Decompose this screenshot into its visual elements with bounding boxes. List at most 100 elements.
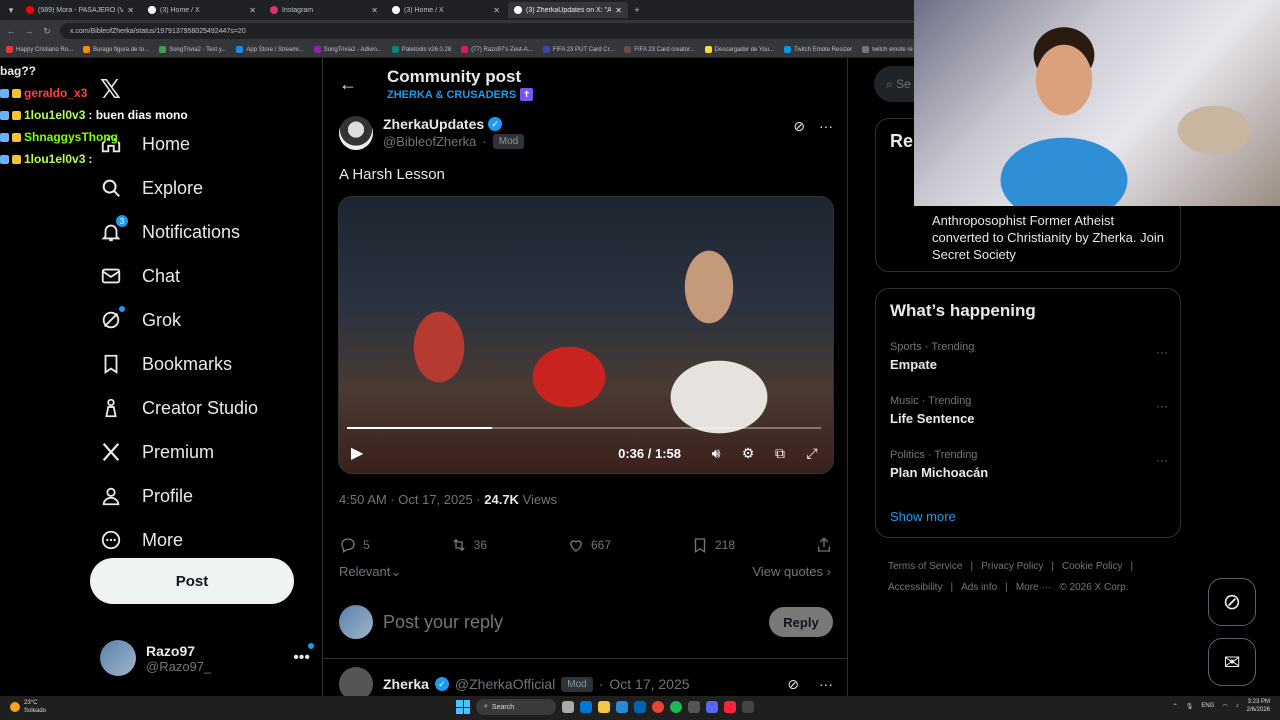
reply-button[interactable]: Reply bbox=[769, 607, 833, 637]
reply-date[interactable]: Oct 17, 2025 bbox=[609, 676, 689, 692]
new-tab-button[interactable]: + bbox=[630, 3, 644, 17]
more-dots-icon[interactable]: ••• bbox=[293, 643, 314, 667]
repost-action[interactable]: 36 bbox=[450, 536, 487, 554]
fullscreen-icon[interactable]: ⤢ bbox=[803, 444, 821, 462]
bookmark-item[interactable]: FIFA 23 PUT Card Cr... bbox=[542, 46, 614, 53]
file-explorer-icon[interactable] bbox=[598, 701, 610, 713]
post-author-avatar[interactable] bbox=[339, 116, 373, 150]
browser-tab[interactable]: (3) ZherkaUpdates on X: "A Ha ✕ bbox=[508, 2, 628, 18]
grok-icon[interactable]: ⊘ bbox=[787, 676, 799, 693]
windows-start-icon[interactable] bbox=[456, 700, 470, 714]
reply-author-handle[interactable]: @ZherkaOfficial bbox=[455, 676, 555, 692]
grok-fab-button[interactable]: ⊘ bbox=[1208, 578, 1256, 626]
show-more-link[interactable]: Show more bbox=[890, 509, 956, 524]
browser-tab[interactable]: Instagram ✕ bbox=[264, 2, 384, 18]
play-icon[interactable]: ▶ bbox=[351, 443, 363, 463]
footer-link[interactable]: © 2026 X Corp. bbox=[1059, 582, 1128, 593]
reply-action[interactable]: 5 bbox=[339, 536, 370, 554]
footer-link[interactable]: Accessibility bbox=[888, 582, 942, 593]
app-icon[interactable] bbox=[742, 701, 754, 713]
bookmark-item[interactable]: twitch emote re bbox=[862, 46, 913, 53]
video-progress-bar[interactable] bbox=[347, 427, 821, 429]
chrome-icon[interactable] bbox=[652, 701, 664, 713]
reload-icon[interactable]: ↻ bbox=[42, 26, 52, 37]
microphone-icon[interactable]: 🎙︎ bbox=[1186, 703, 1194, 710]
footer-link[interactable]: Privacy Policy bbox=[981, 561, 1043, 572]
sort-replies-dropdown[interactable]: Relevant⌄ bbox=[339, 564, 401, 580]
more-dots-icon[interactable]: ··· bbox=[819, 118, 833, 135]
more-dots-icon[interactable]: ··· bbox=[1156, 345, 1168, 359]
store-icon[interactable] bbox=[616, 701, 628, 713]
community-link[interactable]: ZHERKA & CRUSADERS ✝ bbox=[387, 88, 534, 101]
browser-tab[interactable]: (589) Mora - PASAJERO (Visual ✕ bbox=[20, 2, 140, 18]
browser-tab[interactable]: (3) Home / X ✕ bbox=[386, 2, 506, 18]
post-author-handle[interactable]: @BibleofZherka bbox=[383, 134, 476, 149]
task-view-icon[interactable] bbox=[562, 701, 574, 713]
nav-item-creator-studio[interactable]: Creator Studio bbox=[100, 386, 258, 430]
back-arrow-icon[interactable]: ← bbox=[339, 74, 357, 95]
footer-link[interactable]: Cookie Policy bbox=[1062, 561, 1123, 572]
bookmark-item[interactable]: App Store / Streami... bbox=[236, 46, 304, 53]
share-action[interactable] bbox=[815, 536, 833, 554]
close-icon[interactable]: ✕ bbox=[249, 6, 256, 15]
nav-item-grok[interactable]: Grok bbox=[100, 298, 258, 342]
close-icon[interactable]: ✕ bbox=[371, 6, 378, 15]
bookmark-item[interactable]: SongTrivia2 - Adivin... bbox=[313, 46, 382, 53]
nav-item-bookmarks[interactable]: Bookmarks bbox=[100, 342, 258, 386]
more-dots-icon[interactable]: ··· bbox=[1156, 453, 1168, 467]
music-icon[interactable] bbox=[724, 701, 736, 713]
nav-item-notifications[interactable]: 3 Notifications bbox=[100, 210, 258, 254]
more-dots-icon[interactable]: ··· bbox=[1156, 399, 1168, 413]
language-indicator[interactable]: ENG bbox=[1201, 703, 1214, 709]
close-icon[interactable]: ✕ bbox=[493, 6, 500, 15]
nav-item-chat[interactable]: Chat bbox=[100, 254, 258, 298]
mail-icon[interactable] bbox=[634, 701, 646, 713]
chevron-up-icon[interactable]: ⌃ bbox=[1173, 703, 1178, 710]
forward-arrow-icon[interactable]: → bbox=[24, 26, 34, 36]
video-player[interactable]: ▶ 0:36 / 1:58 🔊︎ ⚙ ⧉ ⤢ bbox=[338, 196, 834, 474]
tab-list-button[interactable]: ▾ bbox=[4, 3, 18, 17]
footer-link[interactable]: Terms of Service bbox=[888, 561, 962, 572]
spotify-icon[interactable] bbox=[670, 701, 682, 713]
nav-item-profile[interactable]: Profile bbox=[100, 474, 258, 518]
messages-fab-button[interactable]: ✉ bbox=[1208, 638, 1256, 686]
bookmark-item[interactable]: FIFA 23 Card creator... bbox=[624, 46, 695, 53]
volume-icon[interactable]: 🔊︎ bbox=[707, 444, 725, 462]
grok-icon[interactable]: ⊘ bbox=[793, 118, 805, 135]
back-arrow-icon[interactable]: ← bbox=[6, 26, 16, 36]
wifi-icon[interactable]: ◠ bbox=[1222, 703, 1227, 710]
account-switcher[interactable]: Razo97 @Razo97_ ••• bbox=[100, 638, 314, 678]
trend-item[interactable]: Politics · Trending Plan Michoacán ··· bbox=[890, 449, 1168, 489]
trend-item[interactable]: Sports · Trending Empate ··· bbox=[890, 341, 1168, 381]
bookmark-action[interactable]: 218 bbox=[691, 536, 735, 554]
edge-icon[interactable] bbox=[580, 701, 592, 713]
volume-icon[interactable]: ♪ bbox=[1236, 703, 1239, 709]
more-dots-icon[interactable]: ··· bbox=[819, 676, 833, 692]
footer-link[interactable]: Ads info bbox=[961, 582, 997, 593]
bookmark-item[interactable]: Twitch Emote Resizer bbox=[784, 46, 852, 53]
footer-link[interactable]: More ··· bbox=[1016, 582, 1052, 593]
settings-icon[interactable]: ⚙ bbox=[739, 444, 757, 462]
browser-tab[interactable]: (3) Home / X ✕ bbox=[142, 2, 262, 18]
like-action[interactable]: 667 bbox=[567, 536, 611, 554]
weather-widget[interactable]: 23°C Soleado bbox=[10, 699, 46, 715]
taskbar-search[interactable]: ⌕ Search bbox=[476, 699, 556, 715]
post-timestamp[interactable]: 4:50 AM · Oct 17, 2025 · bbox=[339, 492, 484, 507]
reply-author-avatar[interactable] bbox=[339, 667, 373, 696]
view-quotes-link[interactable]: View quotes › bbox=[752, 564, 831, 579]
nav-item-explore[interactable]: Explore bbox=[100, 166, 258, 210]
trend-item[interactable]: Music · Trending Life Sentence ··· bbox=[890, 395, 1168, 435]
nav-item-premium[interactable]: Premium bbox=[100, 430, 258, 474]
reply-input[interactable] bbox=[383, 611, 759, 633]
bookmark-item[interactable]: (77) Razo97's Zest-A... bbox=[461, 46, 533, 53]
clock[interactable]: 3:23 PM 2/6/2026 bbox=[1247, 698, 1270, 714]
nav-item-more[interactable]: More bbox=[100, 518, 258, 562]
close-icon[interactable]: ✕ bbox=[615, 6, 622, 15]
bookmark-item[interactable]: Paletools v26.0.28 bbox=[391, 46, 451, 53]
discord-icon[interactable] bbox=[706, 701, 718, 713]
bookmark-item[interactable]: Burago figura de to... bbox=[83, 46, 149, 53]
post-author-name-row[interactable]: ZherkaUpdates ✓ bbox=[383, 116, 524, 132]
pip-icon[interactable]: ⧉ bbox=[771, 444, 789, 462]
close-icon[interactable]: ✕ bbox=[127, 6, 134, 15]
reply-author-name[interactable]: Zherka bbox=[383, 676, 429, 692]
